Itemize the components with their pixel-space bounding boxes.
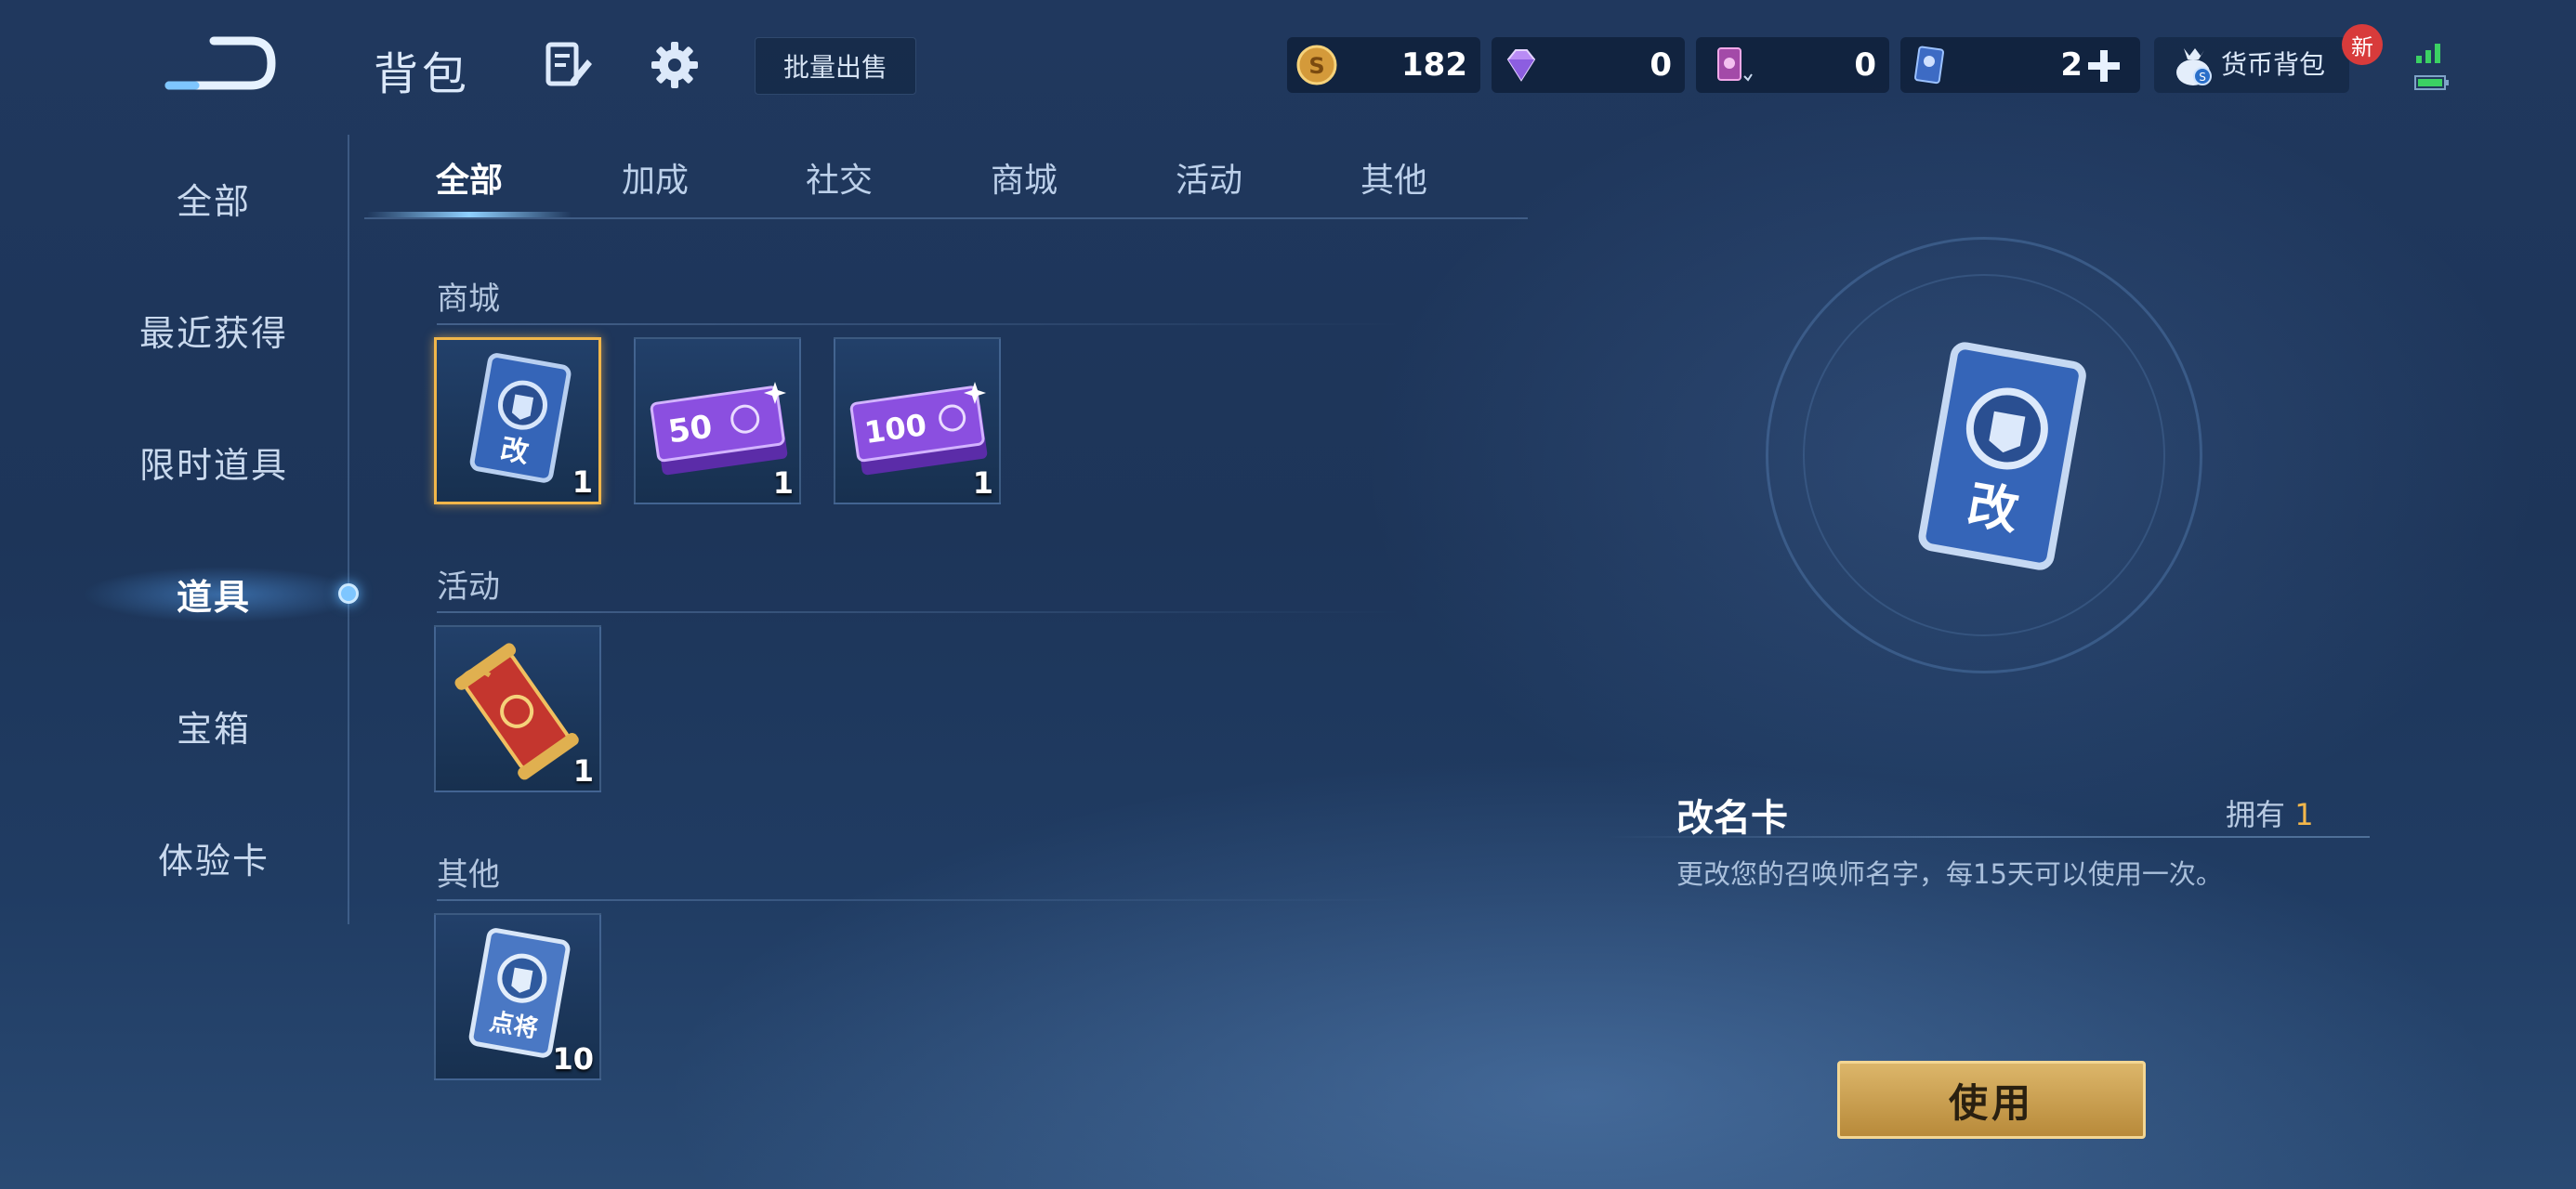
edit-button[interactable]	[541, 37, 597, 93]
new-badge: 新	[2342, 24, 2383, 65]
tab-all[interactable]: 全部	[400, 153, 539, 209]
edit-list-icon	[545, 42, 592, 86]
tab-social[interactable]: 社交	[769, 153, 909, 209]
svg-text:改: 改	[1964, 475, 2023, 541]
item-rename-card[interactable]: 改 1	[434, 337, 601, 504]
diamond-value: 0	[1649, 46, 1672, 84]
currency-card[interactable]: 0	[1696, 37, 1889, 93]
sidebar-item-chest[interactable]: 宝箱	[56, 688, 372, 763]
item-count: 1	[572, 464, 593, 500]
currency-blue-card: 2	[1900, 37, 2140, 93]
item-count: 1	[572, 753, 594, 789]
currency-gold: S 182	[1287, 37, 1480, 93]
sidebar-item-recent[interactable]: 最近获得	[56, 293, 372, 367]
section-divider	[437, 611, 1403, 613]
page-title: 背包	[374, 48, 471, 100]
sidebar-item-trial-card[interactable]: 体验卡	[56, 820, 372, 895]
sidebar-item-limited[interactable]: 限时道具	[56, 425, 372, 499]
tab-shop[interactable]: 商城	[954, 153, 1094, 209]
section-title-shop: 商城	[437, 281, 500, 318]
owned-count: 拥有 1	[2226, 791, 2314, 834]
tab-boost[interactable]: 加成	[585, 153, 725, 209]
svg-text:S: S	[2199, 71, 2206, 84]
item-name: 改名卡	[1676, 797, 1788, 840]
section-divider	[437, 323, 1403, 325]
money-bag-icon: S	[2176, 48, 2212, 85]
use-button[interactable]: 使用	[1837, 1061, 2146, 1139]
item-count: 1	[972, 465, 993, 501]
section-divider	[437, 899, 1403, 901]
card-currency-icon	[1717, 47, 1753, 82]
sidebar-item-all[interactable]: 全部	[56, 161, 372, 235]
currency-wallet-button[interactable]: S 货币背包	[2154, 37, 2349, 93]
item-preview: 改	[1885, 334, 2108, 598]
battery-icon	[2414, 75, 2449, 90]
item-count: 1	[772, 465, 794, 501]
diamond-icon	[1506, 49, 1536, 82]
svg-text:S: S	[1308, 53, 1324, 79]
blue-card-value: 2	[2060, 46, 2083, 84]
tab-divider	[364, 217, 1528, 219]
svg-text:改: 改	[498, 433, 532, 470]
rename-card-preview-icon: 改	[1918, 342, 2086, 570]
back-button[interactable]	[158, 28, 279, 102]
owned-number: 1	[2294, 797, 2314, 832]
card-value: 0	[1854, 46, 1876, 84]
tab-event[interactable]: 活动	[1139, 153, 1279, 209]
gold-coin-icon: S	[1296, 45, 1337, 85]
blue-card-icon	[1914, 46, 1945, 85]
item-hero-card[interactable]: 点将 10	[434, 913, 601, 1080]
sidebar-item-props[interactable]: 道具	[56, 556, 372, 631]
plus-icon[interactable]	[2086, 48, 2122, 84]
sidebar-divider	[348, 135, 349, 924]
item-ticket-50[interactable]: 50 1	[634, 337, 801, 504]
item-scroll[interactable]: 1	[434, 625, 601, 792]
tab-active-underline	[367, 212, 572, 217]
signal-icon	[2416, 44, 2440, 63]
detail-divider	[1608, 836, 2370, 838]
batch-sell-button[interactable]: 批量出售	[755, 37, 916, 95]
svg-text:50: 50	[666, 408, 715, 451]
settings-button[interactable]	[647, 37, 703, 93]
item-ticket-100[interactable]: 100 1	[834, 337, 1001, 504]
item-count: 10	[552, 1041, 594, 1077]
gear-icon	[651, 42, 698, 88]
item-description: 更改您的召唤师名字，每15天可以使用一次。	[1676, 858, 2223, 890]
tab-other[interactable]: 其他	[1324, 153, 1464, 209]
currency-diamond: 0	[1492, 37, 1685, 93]
gold-value: 182	[1401, 46, 1467, 84]
owned-label: 拥有	[2226, 797, 2286, 832]
back-arrow-icon	[164, 36, 276, 90]
wallet-label: 货币背包	[2221, 49, 2326, 80]
section-title-other: 其他	[437, 856, 500, 894]
section-title-event: 活动	[437, 568, 500, 606]
